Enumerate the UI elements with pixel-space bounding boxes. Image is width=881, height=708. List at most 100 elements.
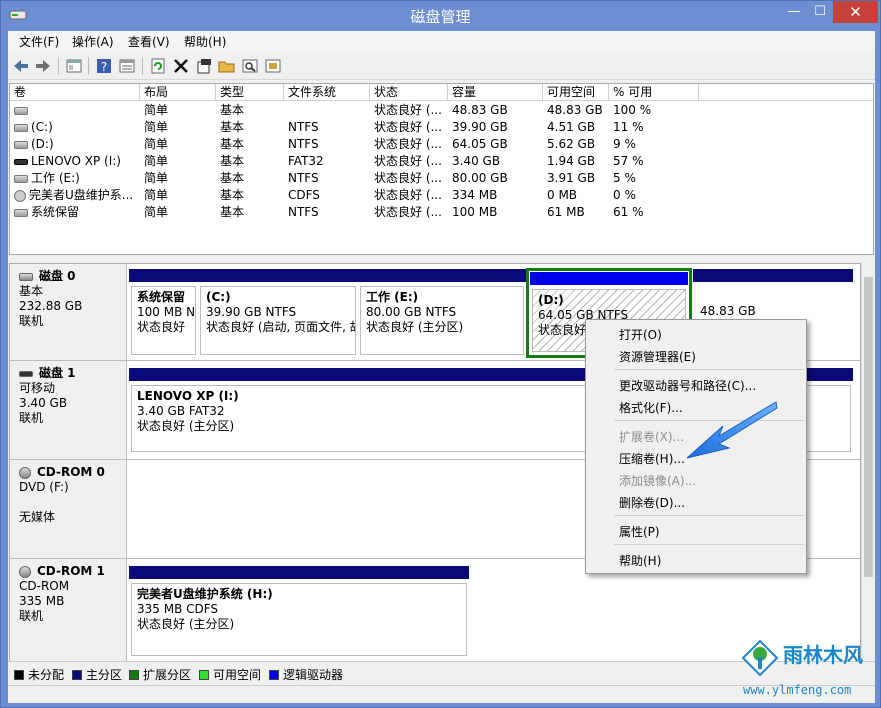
refresh-icon[interactable] [148,56,168,76]
volume-status-cell: 状态良好 (... [374,188,442,202]
hard-disk-icon [19,272,33,281]
volume-name: (C:) [31,120,53,134]
minimize-button[interactable]: — [781,1,807,23]
close-button[interactable]: ✕ [833,1,878,23]
partition-c[interactable]: (C:) 39.90 GB NTFS 状态良好 (启动, 页面文件, 故 [198,269,358,357]
extra-icon[interactable] [263,56,283,76]
help-icon[interactable]: ? [94,56,114,76]
volume-free-cell: 3.91 GB [547,171,596,185]
volume-row[interactable]: 系统保留 简单 基本 NTFS 状态良好 (... 100 MB 61 MB 61 % [10,204,873,221]
ctx-properties[interactable]: 属性(P) [619,523,660,540]
volume-type-cell: 基本 [220,188,245,202]
volume-row[interactable]: 简单 基本 状态良好 (... 48.83 GB 48.83 GB 100 % [10,102,873,119]
volume-fs-cell: NTFS [288,120,319,134]
ctx-change-drive-letter[interactable]: 更改驱动器号和路径(C)... [619,377,756,394]
column-header-layout[interactable]: 布局 [140,84,216,101]
disk-label-disk1[interactable]: 磁盘 1 可移动 3.40 GB 联机 [10,361,127,459]
delete-icon[interactable] [171,56,191,76]
partition-status: 状态良好 (启动, 页面文件, 故 [206,320,356,334]
removable-disk-icon [19,370,33,377]
volume-layout-cell: 简单 [144,137,169,151]
volume-cap-cell: 334 MB [452,188,498,202]
legend-label: 可用空间 [213,668,262,682]
column-header-percent-free[interactable]: % 可用 [609,84,699,101]
volume-row[interactable]: (D:) 简单 基本 NTFS 状态良好 (... 64.05 GB 5.62 GB 9 % [10,136,873,153]
maximize-button[interactable]: ☐ [807,1,833,23]
menu-view[interactable]: 查看(V) [128,33,170,50]
column-header-volume[interactable]: 卷 [10,84,140,101]
ctx-open[interactable]: 打开(O) [619,326,662,343]
volume-free-cell: 61 MB [547,205,585,219]
disk-row-cdrom1: CD-ROM 1 CD-ROM 335 MB 联机 完美者U盘维护系统 (H:)… [10,559,860,668]
volume-icon [14,123,28,132]
volume-cap-cell: 80.00 GB [452,171,508,185]
ctx-format[interactable]: 格式化(F)... [619,399,683,416]
disk-label-cdrom0[interactable]: CD-ROM 0 DVD (F:) 无媒体 [10,460,127,558]
usb-volume-icon [14,158,28,165]
menu-help[interactable]: 帮助(H) [184,33,226,50]
volume-name-cell: 完美者U盘维护系... [10,187,140,204]
scrollbar-thumb[interactable] [864,277,873,577]
volume-layout-cell: 简单 [144,154,169,168]
ctx-explorer[interactable]: 资源管理器(E) [619,348,696,365]
title-bar[interactable]: 磁盘管理 — ☐ ✕ [1,1,880,31]
menu-file[interactable]: 文件(F) [19,33,59,50]
volume-type-cell: 基本 [220,120,245,134]
volume-name-cell: LENOVO XP (I:) [10,153,140,170]
volume-status-cell: 状态良好 (... [374,120,442,134]
search-icon[interactable] [240,56,260,76]
column-header-capacity[interactable]: 容量 [448,84,543,101]
toolbar-separator [142,57,143,75]
disk-type: 可移动 [19,381,56,395]
volume-layout-cell: 简单 [144,103,169,117]
ctx-shrink-volume[interactable]: 压缩卷(H)... [619,450,685,467]
properties-icon[interactable] [194,56,214,76]
tree-logo-icon [741,639,779,677]
column-header-filesystem[interactable]: 文件系统 [284,84,370,101]
partition-status: 状态良好 (主分区) [137,617,235,631]
column-header-empty [699,84,873,101]
volume-row[interactable]: (C:) 简单 基本 NTFS 状态良好 (... 39.90 GB 4.51 GB 11 % [10,119,873,136]
open-folder-icon[interactable] [217,56,237,76]
volume-status-cell: 状态良好 (... [374,205,442,219]
legend-label: 主分区 [86,668,123,682]
volume-layout-cell: 简单 [144,171,169,185]
partition-system-reserved[interactable]: 系统保留 100 MB N 状态良好 [129,269,198,357]
annotation-arrow-icon [686,401,778,459]
ctx-add-mirror[interactable]: 添加镜像(A)... [619,472,696,489]
partition-h[interactable]: 完美者U盘维护系统 (H:) 335 MB CDFS 状态良好 (主分区) [129,566,469,658]
ctx-extend-volume[interactable]: 扩展卷(X)... [619,428,684,445]
column-header-status[interactable]: 状态 [370,84,448,101]
disk-view-scrollbar[interactable] [861,263,874,669]
volume-row[interactable]: LENOVO XP (I:) 简单 基本 FAT32 状态良好 (... 3.40 GB 1… [10,153,873,170]
volume-type-cell: 基本 [220,171,245,185]
legend-label: 逻辑驱动器 [283,668,344,682]
volume-pct-cell: 0 % [613,188,636,202]
volume-row[interactable]: 工作 (E:) 简单 基本 NTFS 状态良好 (... 80.00 GB 3.91 GB 5… [10,170,873,187]
volume-status-cell: 状态良好 (... [374,171,442,185]
volume-fs-cell: NTFS [288,171,319,185]
properties-view-icon[interactable] [64,56,84,76]
volume-icon [14,140,28,149]
back-arrow-icon[interactable] [11,56,31,76]
volume-row[interactable]: 完美者U盘维护系... 简单 基本 CDFS 状态良好 (... 334 MB 0 MB 0 … [10,187,873,204]
partition-size: 100 MB N [137,305,196,319]
volume-fs-cell: NTFS [288,205,319,219]
partition-e[interactable]: 工作 (E:) 80.00 GB NTFS 状态良好 (主分区) [358,269,526,357]
disk-label-cdrom1[interactable]: CD-ROM 1 CD-ROM 335 MB 联机 [10,559,127,668]
disk-name: 磁盘 1 [39,366,76,380]
partition-name: 工作 (E:) [366,290,419,304]
disk-label-disk0[interactable]: 磁盘 0 基本 232.88 GB 联机 [10,264,127,360]
column-header-type[interactable]: 类型 [216,84,284,101]
volume-pct-cell: 9 % [613,137,636,151]
disk-type: 基本 [19,284,44,298]
disk-management-window: 磁盘管理 — ☐ ✕ 文件(F) 操作(A) 查看(V) 帮助(H) ? 卷 布… [0,0,881,708]
column-header-free-space[interactable]: 可用空间 [543,84,609,101]
ctx-help[interactable]: 帮助(H) [619,552,661,569]
ctx-delete-volume[interactable]: 删除卷(D)... [619,494,685,511]
forward-arrow-icon[interactable] [33,56,53,76]
disk-size: 3.40 GB [19,396,68,410]
volume-cap-cell: 48.83 GB [452,103,508,117]
list-view-icon[interactable] [117,56,137,76]
menu-action[interactable]: 操作(A) [72,33,114,50]
